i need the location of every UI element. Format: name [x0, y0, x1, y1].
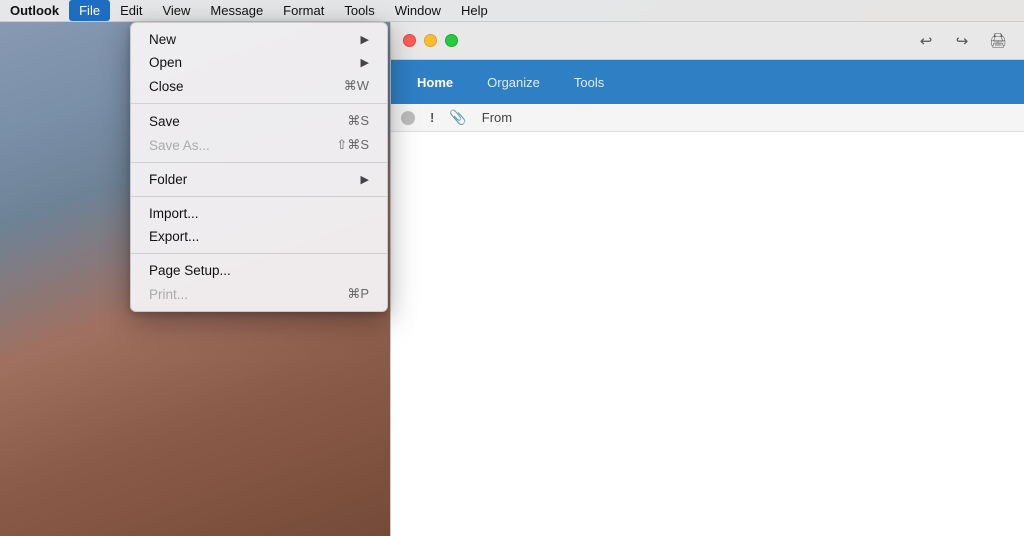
menubar-item-view[interactable]: View: [152, 0, 200, 21]
menu-item-export[interactable]: Export...: [131, 225, 387, 248]
menu-item-save-label: Save: [149, 114, 180, 129]
menu-item-open[interactable]: Open ▶: [131, 51, 387, 74]
menu-item-import[interactable]: Import...: [131, 202, 387, 225]
separator-3: [131, 196, 387, 197]
print-button[interactable]: 🖨: [984, 29, 1012, 53]
menu-item-folder-label: Folder: [149, 172, 187, 187]
menubar: Outlook File Edit View Message Format To…: [0, 0, 1024, 22]
menu-item-print-shortcut: ⌘P: [347, 286, 369, 302]
menu-item-page-setup[interactable]: Page Setup...: [131, 259, 387, 282]
menu-item-open-arrow: ▶: [361, 56, 369, 69]
menu-item-save[interactable]: Save ⌘S: [131, 109, 387, 133]
ribbon: Home Organize Tools: [391, 60, 1024, 104]
menu-item-open-label: Open: [149, 55, 182, 70]
file-dropdown-menu: New ▶ Open ▶ Close ⌘W Save ⌘S Save As...…: [130, 22, 388, 312]
menubar-item-window[interactable]: Window: [385, 0, 451, 21]
separator-1: [131, 103, 387, 104]
menu-item-save-shortcut: ⌘S: [347, 113, 369, 129]
attachment-column-icon: 📎: [449, 109, 466, 126]
traffic-light-close[interactable]: [403, 34, 416, 47]
menu-item-close[interactable]: Close ⌘W: [131, 74, 387, 98]
menu-item-export-label: Export...: [149, 229, 199, 244]
tab-tools[interactable]: Tools: [558, 60, 620, 104]
menu-item-new-arrow: ▶: [361, 33, 369, 46]
redo-icon: ↪: [956, 32, 969, 50]
menu-item-page-setup-label: Page Setup...: [149, 263, 231, 278]
undo-icon: ↩: [920, 32, 933, 50]
menu-item-print-label: Print...: [149, 287, 188, 302]
menubar-item-edit[interactable]: Edit: [110, 0, 152, 21]
menu-item-save-as[interactable]: Save As... ⇧⌘S: [131, 133, 387, 157]
menu-item-folder[interactable]: Folder ▶: [131, 168, 387, 191]
from-column-label: From: [482, 110, 512, 125]
menu-item-save-as-label: Save As...: [149, 138, 210, 153]
email-list-area[interactable]: [391, 132, 1024, 536]
tab-organize[interactable]: Organize: [471, 60, 556, 104]
menu-item-new[interactable]: New ▶: [131, 28, 387, 51]
menubar-item-tools[interactable]: Tools: [334, 0, 384, 21]
outlook-window: ↩ ↪ 🖨 Home Organize Tools ! 📎 From: [390, 22, 1024, 536]
traffic-light-minimize[interactable]: [424, 34, 437, 47]
menubar-item-message[interactable]: Message: [200, 0, 273, 21]
menubar-item-help[interactable]: Help: [451, 0, 498, 21]
undo-button[interactable]: ↩: [912, 29, 940, 53]
separator-4: [131, 253, 387, 254]
print-icon: 🖨: [989, 32, 1007, 49]
menu-item-print[interactable]: Print... ⌘P: [131, 282, 387, 306]
menu-item-new-label: New: [149, 32, 176, 47]
window-titlebar: ↩ ↪ 🖨: [391, 22, 1024, 60]
tab-organize-label: Organize: [487, 75, 540, 90]
menubar-item-outlook[interactable]: Outlook: [0, 0, 69, 21]
traffic-light-maximize[interactable]: [445, 34, 458, 47]
tab-home-label: Home: [417, 75, 453, 90]
menubar-item-file[interactable]: File: [69, 0, 110, 21]
redo-button[interactable]: ↪: [948, 29, 976, 53]
column-headers: ! 📎 From: [391, 104, 1024, 132]
priority-column-icon: !: [430, 110, 434, 125]
menu-item-import-label: Import...: [149, 206, 199, 221]
menu-item-close-label: Close: [149, 79, 184, 94]
menubar-item-format[interactable]: Format: [273, 0, 334, 21]
separator-2: [131, 162, 387, 163]
tab-home[interactable]: Home: [401, 60, 469, 104]
status-column-icon: [401, 111, 415, 125]
tab-tools-label: Tools: [574, 75, 604, 90]
menu-item-folder-arrow: ▶: [361, 173, 369, 186]
menu-item-save-as-shortcut: ⇧⌘S: [336, 137, 369, 153]
menu-item-close-shortcut: ⌘W: [344, 78, 369, 94]
